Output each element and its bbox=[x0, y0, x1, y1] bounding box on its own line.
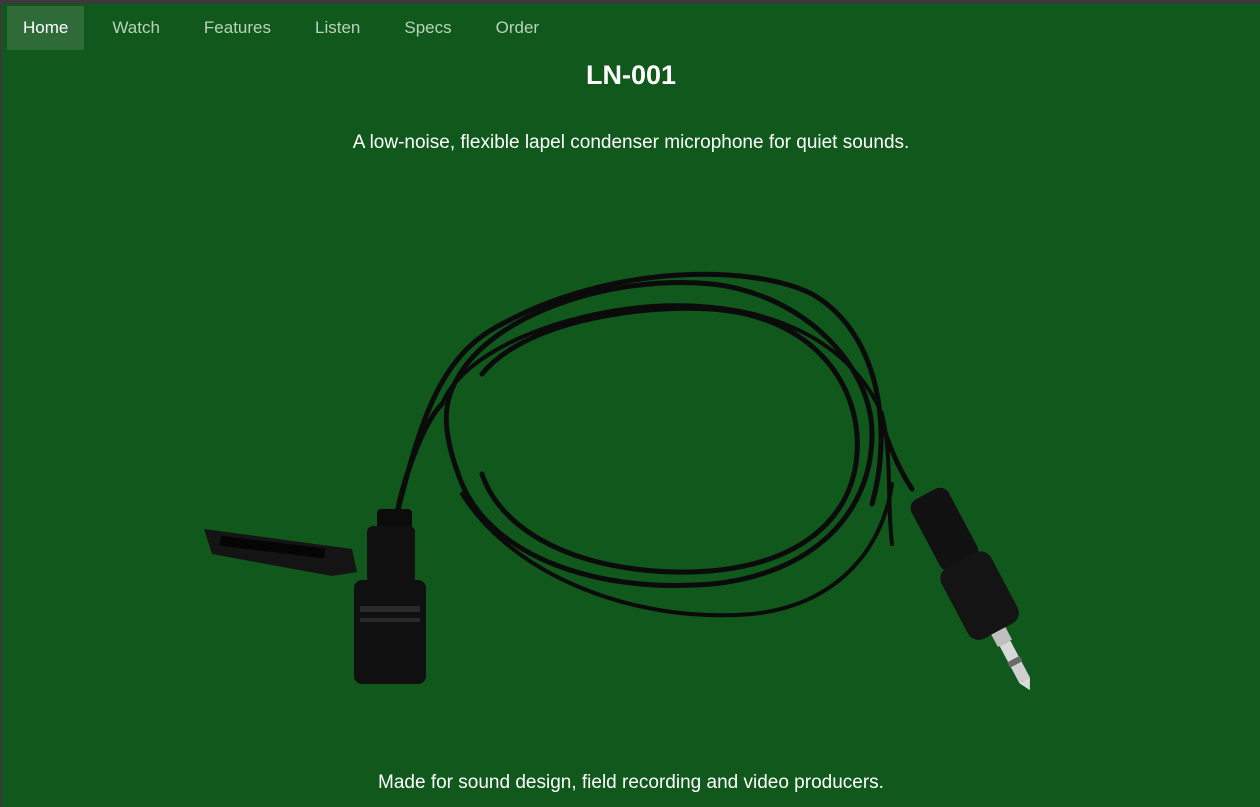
nav-watch[interactable]: Watch bbox=[96, 6, 176, 50]
product-usage-text: Made for sound design, field recording a… bbox=[378, 772, 884, 793]
nav-order[interactable]: Order bbox=[480, 6, 555, 50]
nav-specs[interactable]: Specs bbox=[388, 6, 467, 50]
page: Home Watch Features Listen Specs Order L… bbox=[2, 4, 1260, 807]
microphone-image bbox=[204, 271, 1030, 691]
product-tagline: A low-noise, flexible lapel condenser mi… bbox=[352, 132, 910, 153]
nav-features[interactable]: Features bbox=[188, 6, 287, 50]
nav-listen[interactable]: Listen bbox=[299, 6, 376, 50]
page-title: LN-001 bbox=[585, 60, 677, 90]
nav-home[interactable]: Home bbox=[7, 6, 85, 50]
main-nav: Home Watch Features Listen Specs Order bbox=[7, 6, 567, 50]
